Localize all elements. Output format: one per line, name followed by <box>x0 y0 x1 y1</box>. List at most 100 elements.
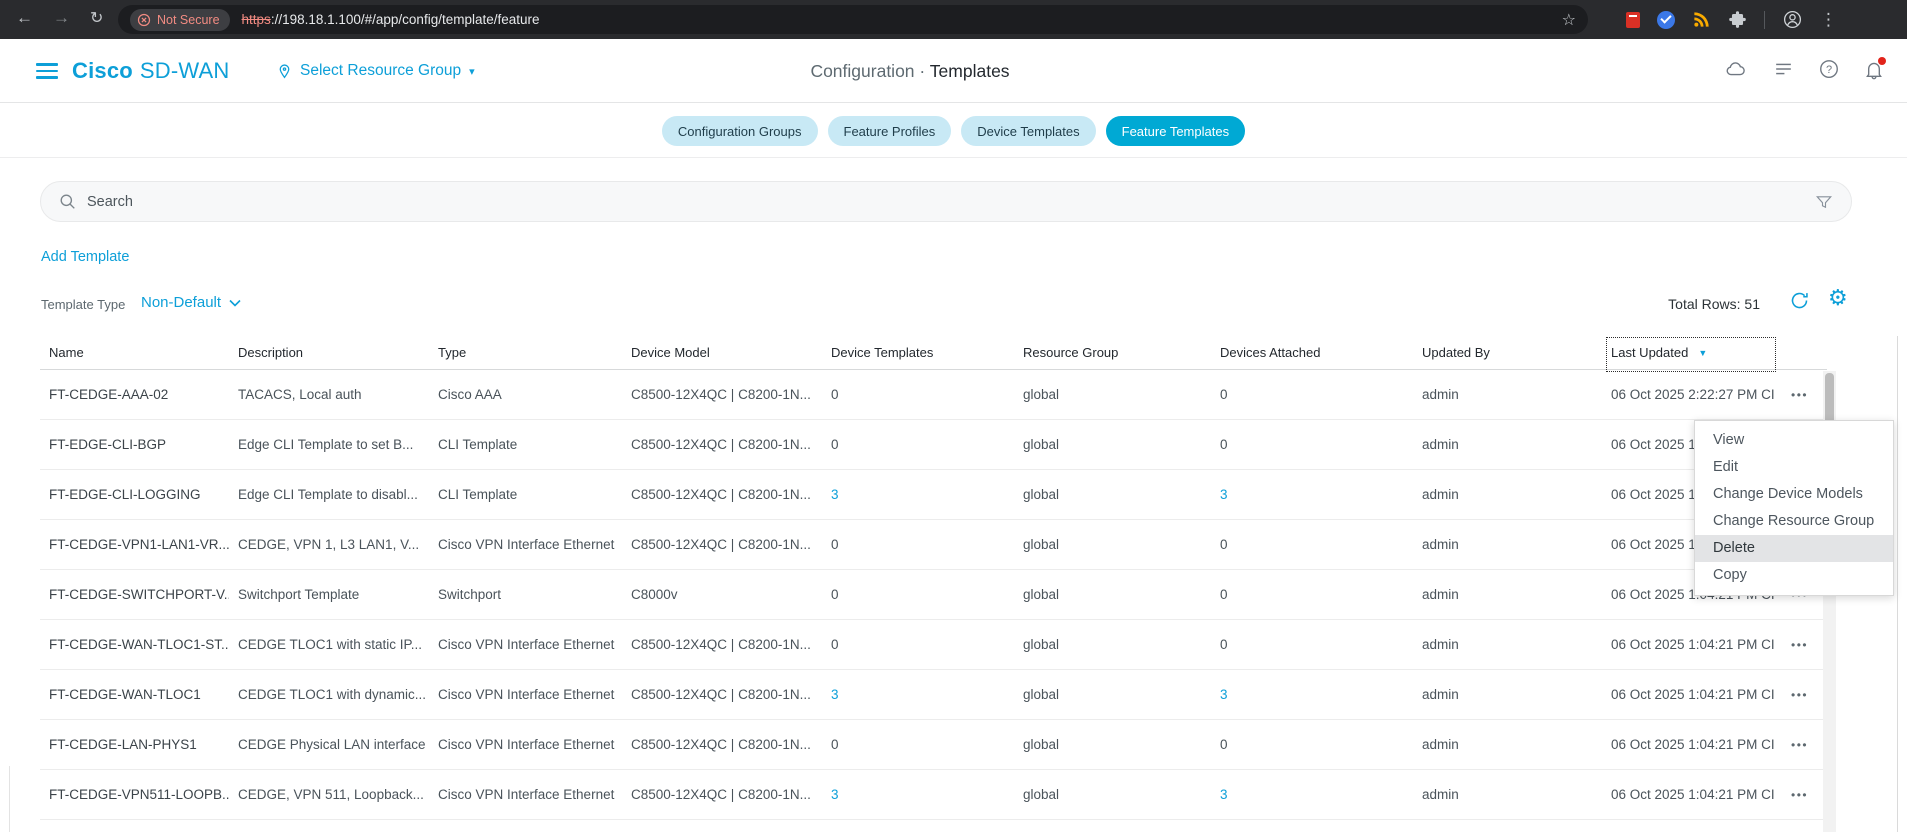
tab-label: Configuration Groups <box>677 123 802 139</box>
cell-type: Cisco AAA <box>438 387 502 402</box>
not-secure-badge[interactable]: Not Secure <box>130 8 230 31</box>
column-header[interactable]: Device Templates <box>822 336 1014 369</box>
cell-resource-group: global <box>1023 537 1060 552</box>
brand-product: SD-WAN <box>139 58 230 83</box>
page-title-page: Templates <box>929 61 1010 81</box>
cell-device-templates[interactable]: 3 <box>822 770 1014 819</box>
cell-device-model: C8500-12X4QC | C8200-1N... <box>631 537 811 552</box>
cell-device-templates[interactable]: 3 <box>822 670 1014 719</box>
bookmark-star-icon[interactable]: ☆ <box>1562 10 1576 30</box>
table-header: Name Description Type Device Model Device Te… <box>40 336 1827 372</box>
table-row[interactable]: FT-CEDGE-VPN511-LOOPB... CEDGE, VPN 511,… <box>40 770 1827 820</box>
browser-extensions-tray: ⋮ <box>1626 0 1837 39</box>
cell-device-templates: 0 <box>831 737 839 752</box>
task-list-icon[interactable] <box>1772 58 1795 80</box>
cell-updated-by: admin <box>1422 387 1459 402</box>
notification-dot <box>1878 57 1886 65</box>
cell-device-model: C8000v <box>631 587 678 602</box>
cell-device-templates: 0 <box>831 387 839 402</box>
browser-menu-icon[interactable]: ⋮ <box>1820 10 1837 30</box>
template-type-dropdown[interactable]: Non-Default <box>141 294 241 311</box>
cell-devices-attached[interactable]: 3 <box>1211 770 1413 819</box>
cell-type: CLI Template <box>438 437 518 452</box>
template-type-value: Non-Default <box>141 294 222 311</box>
cell-type: Cisco VPN Interface Ethernet <box>438 537 615 552</box>
cell-device-templates: 0 <box>831 587 839 602</box>
refresh-icon[interactable] <box>1789 290 1810 311</box>
cell-devices-attached: 0 <box>1220 437 1228 452</box>
browser-reload-icon[interactable]: ↻ <box>90 8 103 28</box>
cell-devices-attached: 0 <box>1220 637 1228 652</box>
cell-description: CEDGE, VPN 511, Loopback... <box>238 787 424 802</box>
table-row[interactable]: FT-CEDGE-SWITCHPORT-V... Switchport Temp… <box>40 570 1827 620</box>
cell-last-updated: 06 Oct 2025 1:04:21 PM CI <box>1611 737 1775 752</box>
tab[interactable]: Configuration Groups <box>661 116 818 146</box>
browser-profile-icon[interactable] <box>1782 9 1803 30</box>
cell-last-updated: 06 Oct 2025 1:04:21 PM CI <box>1611 687 1775 702</box>
table-row[interactable]: FT-EDGE-CLI-LOGGING Edge CLI Template to… <box>40 470 1827 520</box>
column-header[interactable]: Name <box>40 336 229 369</box>
row-actions-icon[interactable]: ••• <box>1787 720 1827 769</box>
column-header-label: Device Templates <box>831 345 934 360</box>
cell-device-model: C8500-12X4QC | C8200-1N... <box>631 687 811 702</box>
tab[interactable]: Feature Profiles <box>827 116 952 146</box>
cell-devices-attached[interactable]: 3 <box>1211 670 1413 719</box>
column-header[interactable]: Resource Group <box>1014 336 1211 369</box>
extensions-puzzle-icon[interactable] <box>1728 10 1747 29</box>
address-bar[interactable]: Not Secure https://198.18.1.100/#/app/co… <box>118 5 1588 34</box>
tab[interactable]: Feature Templates <box>1105 116 1246 146</box>
row-actions-icon[interactable]: ••• <box>1787 770 1827 819</box>
add-template-link[interactable]: Add Template <box>41 249 129 265</box>
table-row[interactable]: FT-CEDGE-WAN-TLOC1 CEDGE TLOC1 with dyna… <box>40 670 1827 720</box>
column-header[interactable]: Description <box>229 336 429 369</box>
table-row[interactable]: FT-CEDGE-LAN-PHYS1 CEDGE Physical LAN in… <box>40 720 1827 770</box>
not-secure-label: Not Secure <box>157 12 220 27</box>
hamburger-menu-icon[interactable] <box>36 63 58 83</box>
row-actions-icon[interactable]: ••• <box>1787 670 1827 719</box>
context-menu-item[interactable]: Edit <box>1695 454 1893 481</box>
check-extension-icon[interactable] <box>1657 10 1675 29</box>
table-settings-gear-icon[interactable]: ⚙ <box>1828 285 1848 311</box>
column-header[interactable]: Devices Attached <box>1211 336 1413 369</box>
chevron-down-icon <box>229 299 241 307</box>
red-extension-icon[interactable] <box>1626 11 1640 28</box>
cell-device-templates: 0 <box>831 437 839 452</box>
table-row[interactable]: FT-CEDGE-VPN1-LAN1-VR... CEDGE, VPN 1, L… <box>40 520 1827 570</box>
cell-devices-attached[interactable]: 3 <box>1211 470 1413 519</box>
table-row[interactable]: FT-CEDGE-WAN-TLOC1-ST... CEDGE TLOC1 wit… <box>40 620 1827 670</box>
notification-bell[interactable] <box>1863 57 1886 80</box>
context-menu-item[interactable]: Copy <box>1695 562 1893 589</box>
cell-device-templates[interactable]: 3 <box>822 470 1014 519</box>
cell-description: CEDGE Physical LAN interface <box>238 737 426 752</box>
cell-device-model: C8500-12X4QC | C8200-1N... <box>631 387 811 402</box>
last-updated-focus-outline <box>1606 337 1776 372</box>
table-row[interactable]: FT-EDGE-CLI-BGP Edge CLI Template to set… <box>40 420 1827 470</box>
column-header[interactable]: Type <box>429 336 622 369</box>
cell-resource-group: global <box>1023 787 1060 802</box>
context-menu-item[interactable]: Change Resource Group <box>1695 508 1893 535</box>
browser-back-icon[interactable]: ← <box>16 8 33 28</box>
context-menu-item[interactable]: Change Device Models <box>1695 481 1893 508</box>
tab[interactable]: Device Templates <box>961 116 1096 146</box>
search-bar[interactable] <box>40 181 1852 222</box>
row-actions-icon[interactable]: ••• <box>1787 370 1827 419</box>
table-row[interactable]: FT-CEDGE-AAA-02 TACACS, Local auth Cisco… <box>40 370 1827 420</box>
column-header[interactable]: Updated By <box>1413 336 1602 369</box>
help-icon[interactable]: ? <box>1818 58 1840 80</box>
cell-type: Switchport <box>438 587 502 602</box>
filter-funnel-icon[interactable] <box>1815 193 1833 211</box>
cell-device-model: C8500-12X4QC | C8200-1N... <box>631 437 811 452</box>
column-header[interactable]: Device Model <box>622 336 822 369</box>
search-input[interactable] <box>87 193 1815 210</box>
tab-label: Feature Templates <box>1121 123 1230 139</box>
cell-name: FT-CEDGE-WAN-TLOC1-ST... <box>49 637 229 652</box>
total-rows-label: Total Rows: 51 <box>1668 296 1760 312</box>
resource-group-selector[interactable]: Select Resource Group ▾ <box>276 61 475 81</box>
browser-forward-icon[interactable]: → <box>53 8 70 28</box>
rss-extension-icon[interactable] <box>1692 10 1711 29</box>
cloud-icon[interactable] <box>1722 58 1749 80</box>
context-menu-item[interactable]: Delete <box>1695 535 1893 562</box>
cell-name: FT-CEDGE-LAN-PHYS1 <box>49 737 197 752</box>
row-actions-icon[interactable]: ••• <box>1787 620 1827 669</box>
context-menu-item[interactable]: View <box>1695 427 1893 454</box>
